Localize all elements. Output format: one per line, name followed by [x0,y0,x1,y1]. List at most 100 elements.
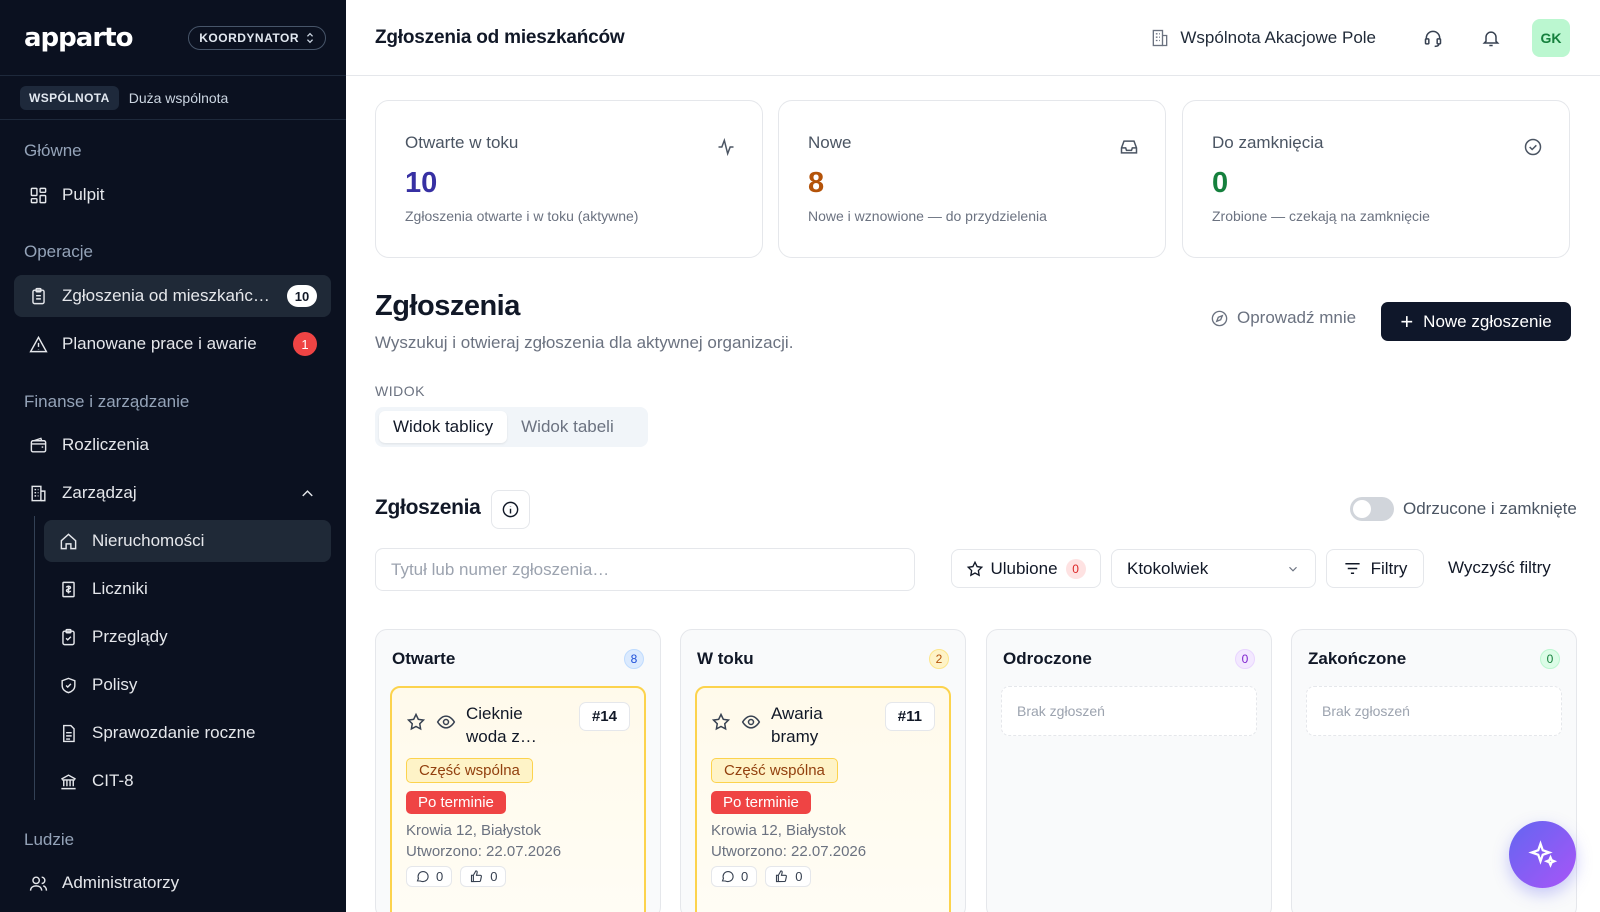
app-logo[interactable]: apparto [24,23,133,53]
dashboard-icon [28,185,48,205]
sidebar-item-properties[interactable]: Nieruchomości [44,520,331,562]
column-header: Odroczone 0 [1001,644,1257,674]
guide-button[interactable]: Oprowadź mnie [1210,308,1356,328]
sidebar-item-settlements[interactable]: Rozliczenia [14,424,331,466]
info-button[interactable] [491,490,530,529]
card-created-date: Utworzono: 22.07.2026 [711,843,867,860]
board-column-in-progress: W toku 2 Awaria bramy #11 Część wspólna … [680,629,966,912]
wallet-icon [28,435,48,455]
warning-icon [28,334,48,354]
new-request-button[interactable]: + Nowe zgłoszenie [1381,302,1571,341]
sidebar-item-meters[interactable]: Liczniki [44,568,331,610]
guide-button-label: Oprowadź mnie [1237,308,1357,327]
table-view-button[interactable]: Widok tabeli [507,411,628,443]
board-title: Zgłoszenia [375,496,481,519]
sidebar-item-inspections[interactable]: Przeglądy [44,616,331,658]
stat-label: Do zamknięcia [1212,133,1324,152]
thumbs-up-icon [776,870,788,883]
favorites-label: Ulubione [990,558,1058,578]
sidebar-item-annual-report[interactable]: Sprawozdanie roczne [44,712,331,754]
requests-count-badge: 10 [287,285,317,307]
stat-card-open-in-progress[interactable]: Otwarte w toku 10 Zgłoszenia otwarte i w… [375,100,763,258]
ai-assistant-button[interactable] [1509,821,1576,888]
empty-column-placeholder: Brak zgłoszeń [1306,686,1562,736]
sidebar-item-resident-requests[interactable]: Zgłoszenia od mieszkańców 10 [14,275,331,317]
headset-icon [1424,30,1442,47]
plus-icon: + [1400,308,1414,334]
section-people: Ludzie [24,830,75,849]
sidebar-item-cit8[interactable]: CIT-8 [44,760,331,802]
column-title: W toku [697,649,754,668]
rejected-closed-label: Odrzucone i zamknięte [1403,499,1577,518]
card-created-date: Utworzono: 22.07.2026 [406,843,562,860]
planned-works-badge: 1 [293,332,317,356]
section-finance: Finanse i zarządzanie [24,392,190,411]
comments-count: 0 [711,866,758,887]
inbox-icon [1119,137,1139,157]
section-subtitle: Wyszukuj i otwieraj zgłoszenia dla aktyw… [375,333,794,352]
reactions-count: 0 [765,866,812,887]
stat-value: 0 [1212,167,1229,199]
support-button[interactable] [1416,21,1450,55]
compass-icon [1211,310,1228,326]
rejected-closed-toggle[interactable] [1350,497,1394,521]
bank-icon [58,771,78,791]
sidebar-item-policies[interactable]: Polisy [44,664,331,706]
top-bar: Zgłoszenia od mieszkańców Wspólnota Akac… [346,0,1600,76]
role-switcher[interactable]: KOORDYNATOR [188,25,326,50]
sidebar-item-label: Administratorzy [62,873,180,892]
card-stats: 0 0 [711,866,935,887]
sidebar-header: apparto KOORDYNATOR [0,0,346,76]
overdue-tag: Po terminie [711,791,811,814]
eye-icon[interactable] [436,712,456,732]
stat-label: Nowe [808,133,852,152]
check-circle-icon [1523,137,1543,157]
bell-icon [1482,30,1500,46]
page-title: Zgłoszenia od mieszkańców [375,26,625,48]
chevron-up-icon[interactable] [297,483,317,503]
organization-switcher-label: Wspólnota Akacjowe Pole [1180,27,1376,47]
request-card[interactable]: Awaria bramy #11 Część wspólna Po termin… [695,686,951,912]
assignee-select[interactable]: Ktokolwiek [1111,549,1316,588]
favorites-count: 0 [1065,558,1086,579]
filter-icon [1344,563,1360,574]
sidebar-item-label: Rozliczenia [62,435,149,454]
eye-icon[interactable] [741,712,761,732]
sidebar-item-label: Pulpit [62,185,105,204]
card-title: Cieknie woda z… [466,704,537,746]
sidebar: apparto KOORDYNATOR WSPÓLNOTA Duża wspól… [0,0,346,912]
stat-card-new[interactable]: Nowe 8 Nowe i wznowione — do przydzielen… [778,100,1166,258]
notifications-button[interactable] [1474,21,1508,55]
card-header: Cieknie woda z… #14 [406,702,630,748]
sidebar-item-planned-works[interactable]: Planowane prace i awarie 1 [14,323,331,365]
activity-icon [716,137,736,157]
search-input[interactable] [375,548,915,591]
category-tag: Część wspólna [711,758,838,783]
request-card[interactable]: Cieknie woda z… #14 Część wspólna Po ter… [390,686,646,912]
user-avatar[interactable]: GK [1532,18,1570,57]
star-icon[interactable] [406,712,426,732]
card-header: Awaria bramy #11 [711,702,935,748]
sidebar-item-manage[interactable]: Zarządzaj [14,472,331,514]
column-header: Zakończone 0 [1306,644,1562,674]
sidebar-item-label: Liczniki [92,579,148,598]
sidebar-item-administrators[interactable]: Administratorzy [14,862,331,904]
chevron-updown-icon [306,32,314,43]
column-title: Zakończone [1308,649,1407,668]
organization-switcher[interactable]: Wspólnota Akacjowe Pole [1150,28,1376,48]
stat-label: Otwarte w toku [405,133,519,152]
stat-value: 8 [808,167,825,199]
comment-icon [416,870,429,883]
filters-button[interactable]: Filtry [1326,549,1424,588]
favorites-filter-button[interactable]: Ulubione 0 [951,549,1101,588]
stat-card-to-close[interactable]: Do zamknięcia 0 Zrobione — czekają na za… [1182,100,1570,258]
toggle-knob [1353,500,1371,518]
sidebar-item-dashboard[interactable]: Pulpit [14,174,331,216]
board-view-button[interactable]: Widok tablicy [379,411,508,443]
card-address: Krowia 12, Białystok [711,822,847,839]
home-icon [58,531,78,551]
section-main: Główne [24,141,82,160]
clear-filters-button[interactable]: Wyczyść filtry [1448,558,1551,578]
star-icon[interactable] [711,712,731,732]
stat-description: Nowe i wznowione — do przydzielenia [808,208,1047,224]
